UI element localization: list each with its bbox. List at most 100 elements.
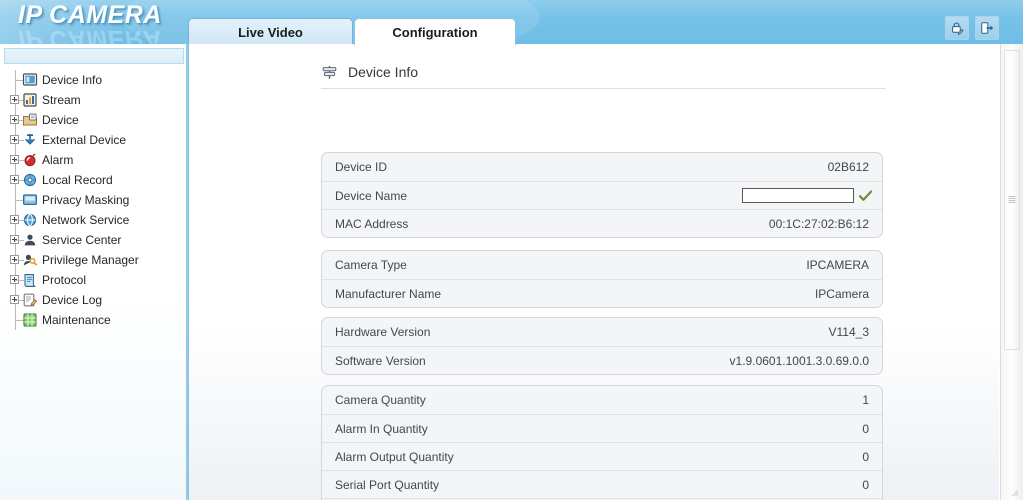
info-row-value: 0 xyxy=(862,449,869,464)
maintenance-grid-icon-wrap xyxy=(22,312,38,328)
info-row-value: IPCAMERA xyxy=(806,258,869,272)
info-row-value: 00:1C:27:02:B6:12 xyxy=(768,216,869,231)
external-device-icon-wrap xyxy=(22,132,38,148)
sidebar-item-label: Network Service xyxy=(42,213,130,227)
info-row: Alarm Output Quantity 0 xyxy=(322,442,882,470)
info-row-label: Serial Port Quantity xyxy=(335,477,440,492)
privacy-mask-icon xyxy=(23,194,38,205)
privilege-key-icon xyxy=(23,254,38,266)
sidebar-item-label: Privacy Masking xyxy=(42,193,130,207)
ip-camera-config-window: IP CAMERA IP CAMERA Live Video Configura… xyxy=(0,0,1023,500)
monitor-icon-wrap xyxy=(22,72,38,88)
sidebar-header-strip xyxy=(4,48,184,64)
quantity-panel: Camera Quantity 1 Alarm In Quantity 0 Alarm … xyxy=(321,385,883,500)
stream-chart-icon xyxy=(23,93,37,107)
valid-check-icon xyxy=(859,190,872,201)
sidebar-item-local-record[interactable]: Local Record xyxy=(0,170,188,190)
network-globe-icon xyxy=(23,213,37,227)
sidebar-item-label: Local Record xyxy=(42,173,113,187)
alarm-siren-icon xyxy=(24,153,36,167)
vertical-scrollbar[interactable] xyxy=(1000,44,1023,500)
sidebar-item-device-info[interactable]: Device Info xyxy=(0,70,188,90)
sidebar-item-privilege-manager[interactable]: Privilege Manager xyxy=(0,250,188,270)
info-row-value: v1.9.0601.1001.3.0.69.0.0 xyxy=(729,353,869,368)
sidebar-item-label: Device Log xyxy=(42,293,103,307)
sidebar-item-label: Device Info xyxy=(42,73,103,87)
device-log-icon-wrap xyxy=(22,292,38,308)
info-row-value: 1 xyxy=(862,393,869,407)
info-row-label: Camera Type xyxy=(335,258,407,272)
info-row: MAC Address 00:1C:27:02:B6:12 xyxy=(322,209,882,237)
vertical-scrollbar-thumb[interactable] xyxy=(1004,50,1020,350)
app-logo: IP CAMERA xyxy=(18,1,162,29)
info-row-label: Alarm Output Quantity xyxy=(335,449,454,464)
maintenance-grid-icon xyxy=(23,313,37,327)
scrollbar-grip xyxy=(1008,196,1016,203)
info-row-value: 0 xyxy=(862,421,869,436)
sidebar-item-privacy-masking[interactable]: Privacy Masking xyxy=(0,190,188,210)
local-record-icon xyxy=(23,173,37,187)
device-name-input[interactable] xyxy=(742,188,854,203)
info-row: Device Name xyxy=(322,181,882,209)
sidebar-item-device-log[interactable]: Device Log xyxy=(0,290,188,310)
info-row-label: Camera Quantity xyxy=(335,393,426,407)
page-title: Device Info xyxy=(348,64,419,80)
page-header: Device Info xyxy=(321,56,886,89)
signpost-icon xyxy=(322,65,337,79)
info-row-label: Software Version xyxy=(335,353,426,368)
sidebar-item-label: Privilege Manager xyxy=(42,253,139,267)
stream-chart-icon-wrap xyxy=(22,92,38,108)
sidebar-item-service-center[interactable]: Service Center xyxy=(0,230,188,250)
sidebar-item-external-device[interactable]: External Device xyxy=(0,130,188,150)
sidebar-item-label: Maintenance xyxy=(42,313,111,327)
camera-panel: Camera Type IPCAMERA Manufacturer Name IPCa… xyxy=(321,250,883,308)
sidebar-item-label: Protocol xyxy=(42,273,87,287)
device-folder-icon xyxy=(23,113,37,126)
sidebar-item-label: Stream xyxy=(42,93,81,107)
identity-panel: Device ID 02B612 Device Name MAC Address 00:… xyxy=(321,152,883,238)
sidebar-item-label: External Device xyxy=(42,133,127,147)
resize-corner-icon xyxy=(1012,490,1018,496)
local-record-icon-wrap xyxy=(22,172,38,188)
info-row-value: 0 xyxy=(862,477,869,492)
sidebar-item-device[interactable]: Device xyxy=(0,110,188,130)
sidebar-item-alarm[interactable]: Alarm xyxy=(0,150,188,170)
service-person-icon-wrap xyxy=(22,232,38,248)
protocol-scroll-icon xyxy=(24,274,36,287)
sidebar-item-label: Alarm xyxy=(42,153,74,167)
navigation-tree: Device Info Stream Device External Device Al… xyxy=(0,70,188,330)
network-globe-icon-wrap xyxy=(22,212,38,228)
sidebar-item-maintenance[interactable]: Maintenance xyxy=(0,310,188,330)
info-row: Serial Port Quantity 0 xyxy=(322,470,882,498)
info-row: Software Version v1.9.0601.1001.3.0.69.0.… xyxy=(322,346,882,374)
info-row: Camera Quantity 1 xyxy=(322,386,882,414)
info-row-value: IPCamera xyxy=(814,286,869,301)
info-row: Manufacturer Name IPCamera xyxy=(322,279,882,307)
info-row-label: Device Name xyxy=(335,188,408,203)
monitor-icon xyxy=(22,73,38,86)
tab-live-video[interactable]: Live Video xyxy=(188,18,353,45)
sidebar: Device Info Stream Device External Device Al… xyxy=(0,44,188,500)
sidebar-item-stream[interactable]: Stream xyxy=(0,90,188,110)
external-device-icon xyxy=(25,134,35,145)
service-person-icon xyxy=(24,234,36,246)
info-row-value: 02B612 xyxy=(827,160,869,174)
info-row-value: V114_3 xyxy=(828,325,869,339)
sidebar-item-label: Device xyxy=(42,113,79,127)
info-row-label: Hardware Version xyxy=(335,325,431,339)
protocol-scroll-icon-wrap xyxy=(22,272,38,288)
device-folder-icon-wrap xyxy=(22,112,38,128)
info-row: Camera Type IPCAMERA xyxy=(322,251,882,279)
sidebar-item-protocol[interactable]: Protocol xyxy=(0,270,188,290)
info-row-label: MAC Address xyxy=(335,216,409,231)
version-panel: Hardware Version V114_3 Software Version v1… xyxy=(321,317,883,375)
alarm-siren-icon-wrap xyxy=(22,152,38,168)
content-area: Device Info Device ID 02B612 Device Name MA… xyxy=(188,44,999,500)
tab-bar: Live Video Configuration xyxy=(188,18,1023,45)
sidebar-item-label: Service Center xyxy=(42,233,122,247)
privacy-mask-icon-wrap xyxy=(22,192,38,208)
tab-configuration[interactable]: Configuration xyxy=(354,18,516,45)
device-log-icon xyxy=(23,293,38,307)
info-row: Hardware Version V114_3 xyxy=(322,318,882,346)
sidebar-item-network-service[interactable]: Network Service xyxy=(0,210,188,230)
